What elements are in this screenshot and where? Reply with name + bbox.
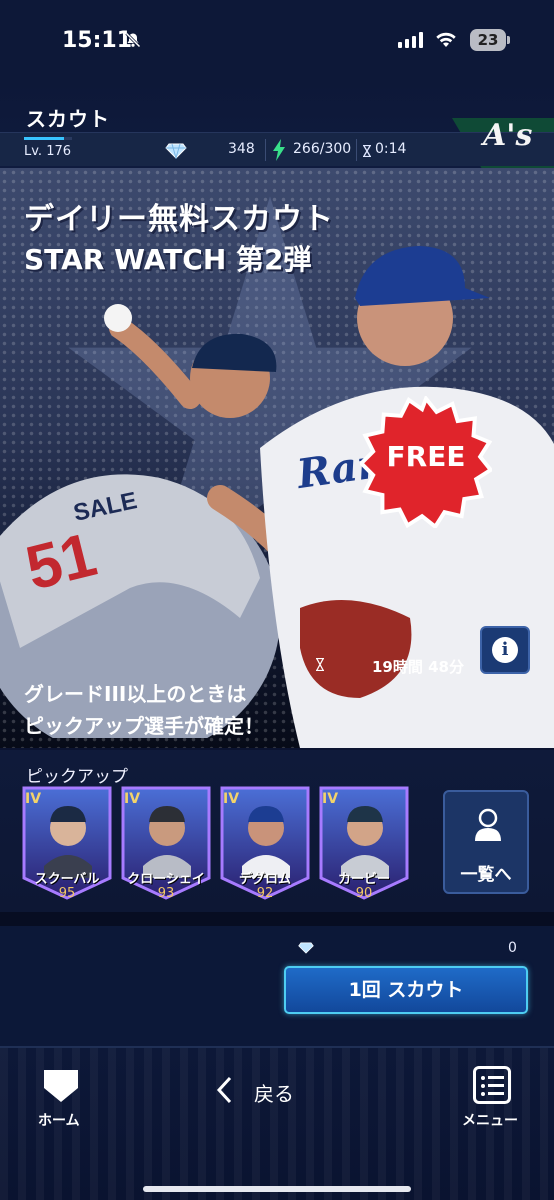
banner-description-line1: グレードIII以上のときは [24, 682, 247, 706]
team-logo: A's [483, 118, 533, 153]
free-badge-label: FREE [386, 440, 466, 473]
bell-slash-icon [125, 32, 141, 48]
scout-time-remaining: 19時間 48分 [372, 658, 464, 676]
stamina-bolt-icon [273, 139, 285, 161]
card-rating: 92 [256, 886, 274, 901]
pickup-card[interactable]: IV クローシェイ 93 [121, 786, 211, 901]
view-list-button[interactable]: 一覧へ [443, 790, 529, 894]
card-grade: IV [25, 791, 42, 807]
battery-icon: 23 [470, 29, 510, 51]
nav-home-label[interactable]: ホーム [38, 1110, 80, 1130]
signal-icon [398, 32, 423, 48]
menu-list-icon[interactable] [473, 1066, 511, 1104]
level-text: Lv. 176 [24, 144, 72, 159]
card-grade: IV [322, 791, 339, 807]
back-button[interactable]: 戻る [254, 1078, 294, 1107]
wifi-icon [436, 32, 456, 47]
status-bar: 15:11 23 [0, 0, 554, 80]
resource-bar: Lv. 176 348 266/300 0:14 [0, 132, 554, 166]
card-player-name: スクーバル [34, 872, 100, 887]
stamina-count: 266/300 [293, 141, 352, 157]
card-player-name: クローシェイ [127, 872, 205, 887]
banner-description-line2: ピックアップ選手が確定！ [24, 714, 264, 738]
hourglass-icon [316, 658, 324, 671]
card-rating: 95 [58, 886, 76, 901]
pickup-card[interactable]: IV カービー 90 [319, 786, 409, 901]
level-indicator: Lv. 176 [24, 137, 72, 159]
chevron-left-icon[interactable] [216, 1076, 232, 1104]
card-player-name: デグロム [238, 872, 291, 887]
pickup-label: ピックアップ [26, 767, 128, 787]
pickup-section: ピックアップ IV スクーバル 95 IV クローシェイ 93 IV デグロム … [0, 750, 554, 912]
pickup-card[interactable]: IV デグロム 92 [220, 786, 310, 901]
scout-once-button[interactable]: 1回 スカウト [284, 966, 528, 1014]
banner-description: グレードIII以上のときは ピックアップ選手が確定！ [24, 678, 264, 742]
stamina-timer: 0:14 [375, 141, 407, 157]
home-indicator[interactable] [143, 1186, 411, 1192]
card-grade: IV [223, 791, 240, 807]
page-title: スカウト [26, 107, 110, 131]
card-rating: 90 [355, 886, 373, 901]
nav-menu-label[interactable]: メニュー [462, 1110, 518, 1130]
home-plate-icon[interactable] [42, 1068, 80, 1104]
gem-count: 348 [228, 141, 255, 157]
hourglass-icon [363, 145, 371, 157]
info-icon: i [492, 637, 518, 663]
person-icon [475, 808, 501, 841]
card-rating: 93 [157, 886, 175, 901]
diamond-icon [165, 143, 187, 159]
card-grade: IV [124, 791, 141, 807]
diamond-icon [298, 942, 314, 954]
header: スカウト Lv. 176 348 266/300 0:14 [0, 80, 554, 170]
scout-cost: 0 [508, 940, 517, 956]
view-list-label: 一覧へ [460, 865, 512, 885]
pickup-card[interactable]: IV スクーバル 95 [22, 786, 112, 901]
bottom-nav: ホーム 戻る メニュー [0, 1046, 554, 1200]
info-button[interactable]: i [480, 626, 530, 674]
status-time: 15:11 [62, 28, 133, 53]
scout-action-area: 0 1回 スカウト [0, 912, 554, 1046]
card-player-name: カービー [337, 872, 390, 887]
level-progress-bar [24, 137, 72, 140]
scout-banner[interactable]: デイリー無料スカウト STAR WATCH 第2弾 51 SALE Ranger… [0, 168, 554, 748]
